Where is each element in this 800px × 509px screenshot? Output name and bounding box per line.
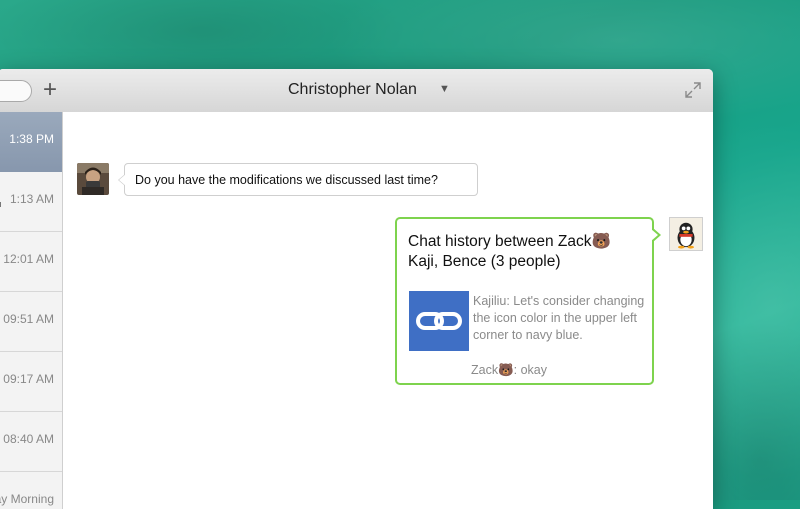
session-item[interactable]: 08:40 AM (0, 412, 62, 472)
chat-history-preview: Kajiliu: Let's consider changing the ico… (473, 294, 645, 342)
search-input[interactable] (0, 80, 32, 102)
session-time: 1:13 AM (9, 192, 54, 206)
penguin-mascot-avatar[interactable] (669, 217, 703, 251)
session-item[interactable]: ay Morning (0, 472, 62, 509)
session-time: 08:40 AM (3, 432, 54, 446)
session-time: 1:38 PM (9, 132, 54, 146)
plus-icon: + (42, 76, 57, 103)
session-time: ay Morning (0, 492, 54, 506)
session-list: 1:38 PM 1:13 AM 12:01 AM 09:51 AM 09:17 … (0, 112, 63, 509)
session-time: 12:01 AM (3, 252, 54, 266)
session-time: 09:17 AM (3, 372, 54, 386)
chain-link-icon (416, 312, 462, 330)
chat-history-reply: Zack🐻: okay (471, 363, 547, 378)
user-photo-avatar[interactable] (77, 163, 109, 195)
session-item[interactable]: 12:01 AM (0, 232, 62, 292)
triangle-down-icon[interactable]: ▼ (439, 83, 450, 95)
session-item[interactable]: 09:17 AM (0, 352, 62, 412)
add-button[interactable]: + (38, 78, 62, 102)
reply-author: Zack🐻 (471, 363, 514, 377)
session-item[interactable]: 09:51 AM (0, 292, 62, 352)
session-time: 09:51 AM (3, 312, 54, 326)
title-bar: + Christopher Nolan ▼ (0, 69, 713, 113)
conversation-title[interactable]: Christopher Nolan (288, 81, 417, 99)
chat-history-title: Chat history between Zack🐻 Kaji, Bence (… (408, 233, 611, 270)
chat-history-card[interactable]: Chat history between Zack🐻 Kaji, Bence (… (395, 217, 661, 385)
session-item[interactable]: 1:38 PM (0, 112, 62, 172)
reply-text: : okay (513, 363, 548, 377)
session-item[interactable]: 1:13 AM (0, 172, 62, 232)
message-text: Do you have the modifications we discuss… (135, 173, 438, 187)
incoming-message-bubble[interactable]: Do you have the modifications we discuss… (118, 163, 478, 196)
unread-indicator (0, 202, 1, 207)
link-thumbnail (409, 291, 469, 351)
expand-icon[interactable] (684, 81, 702, 99)
